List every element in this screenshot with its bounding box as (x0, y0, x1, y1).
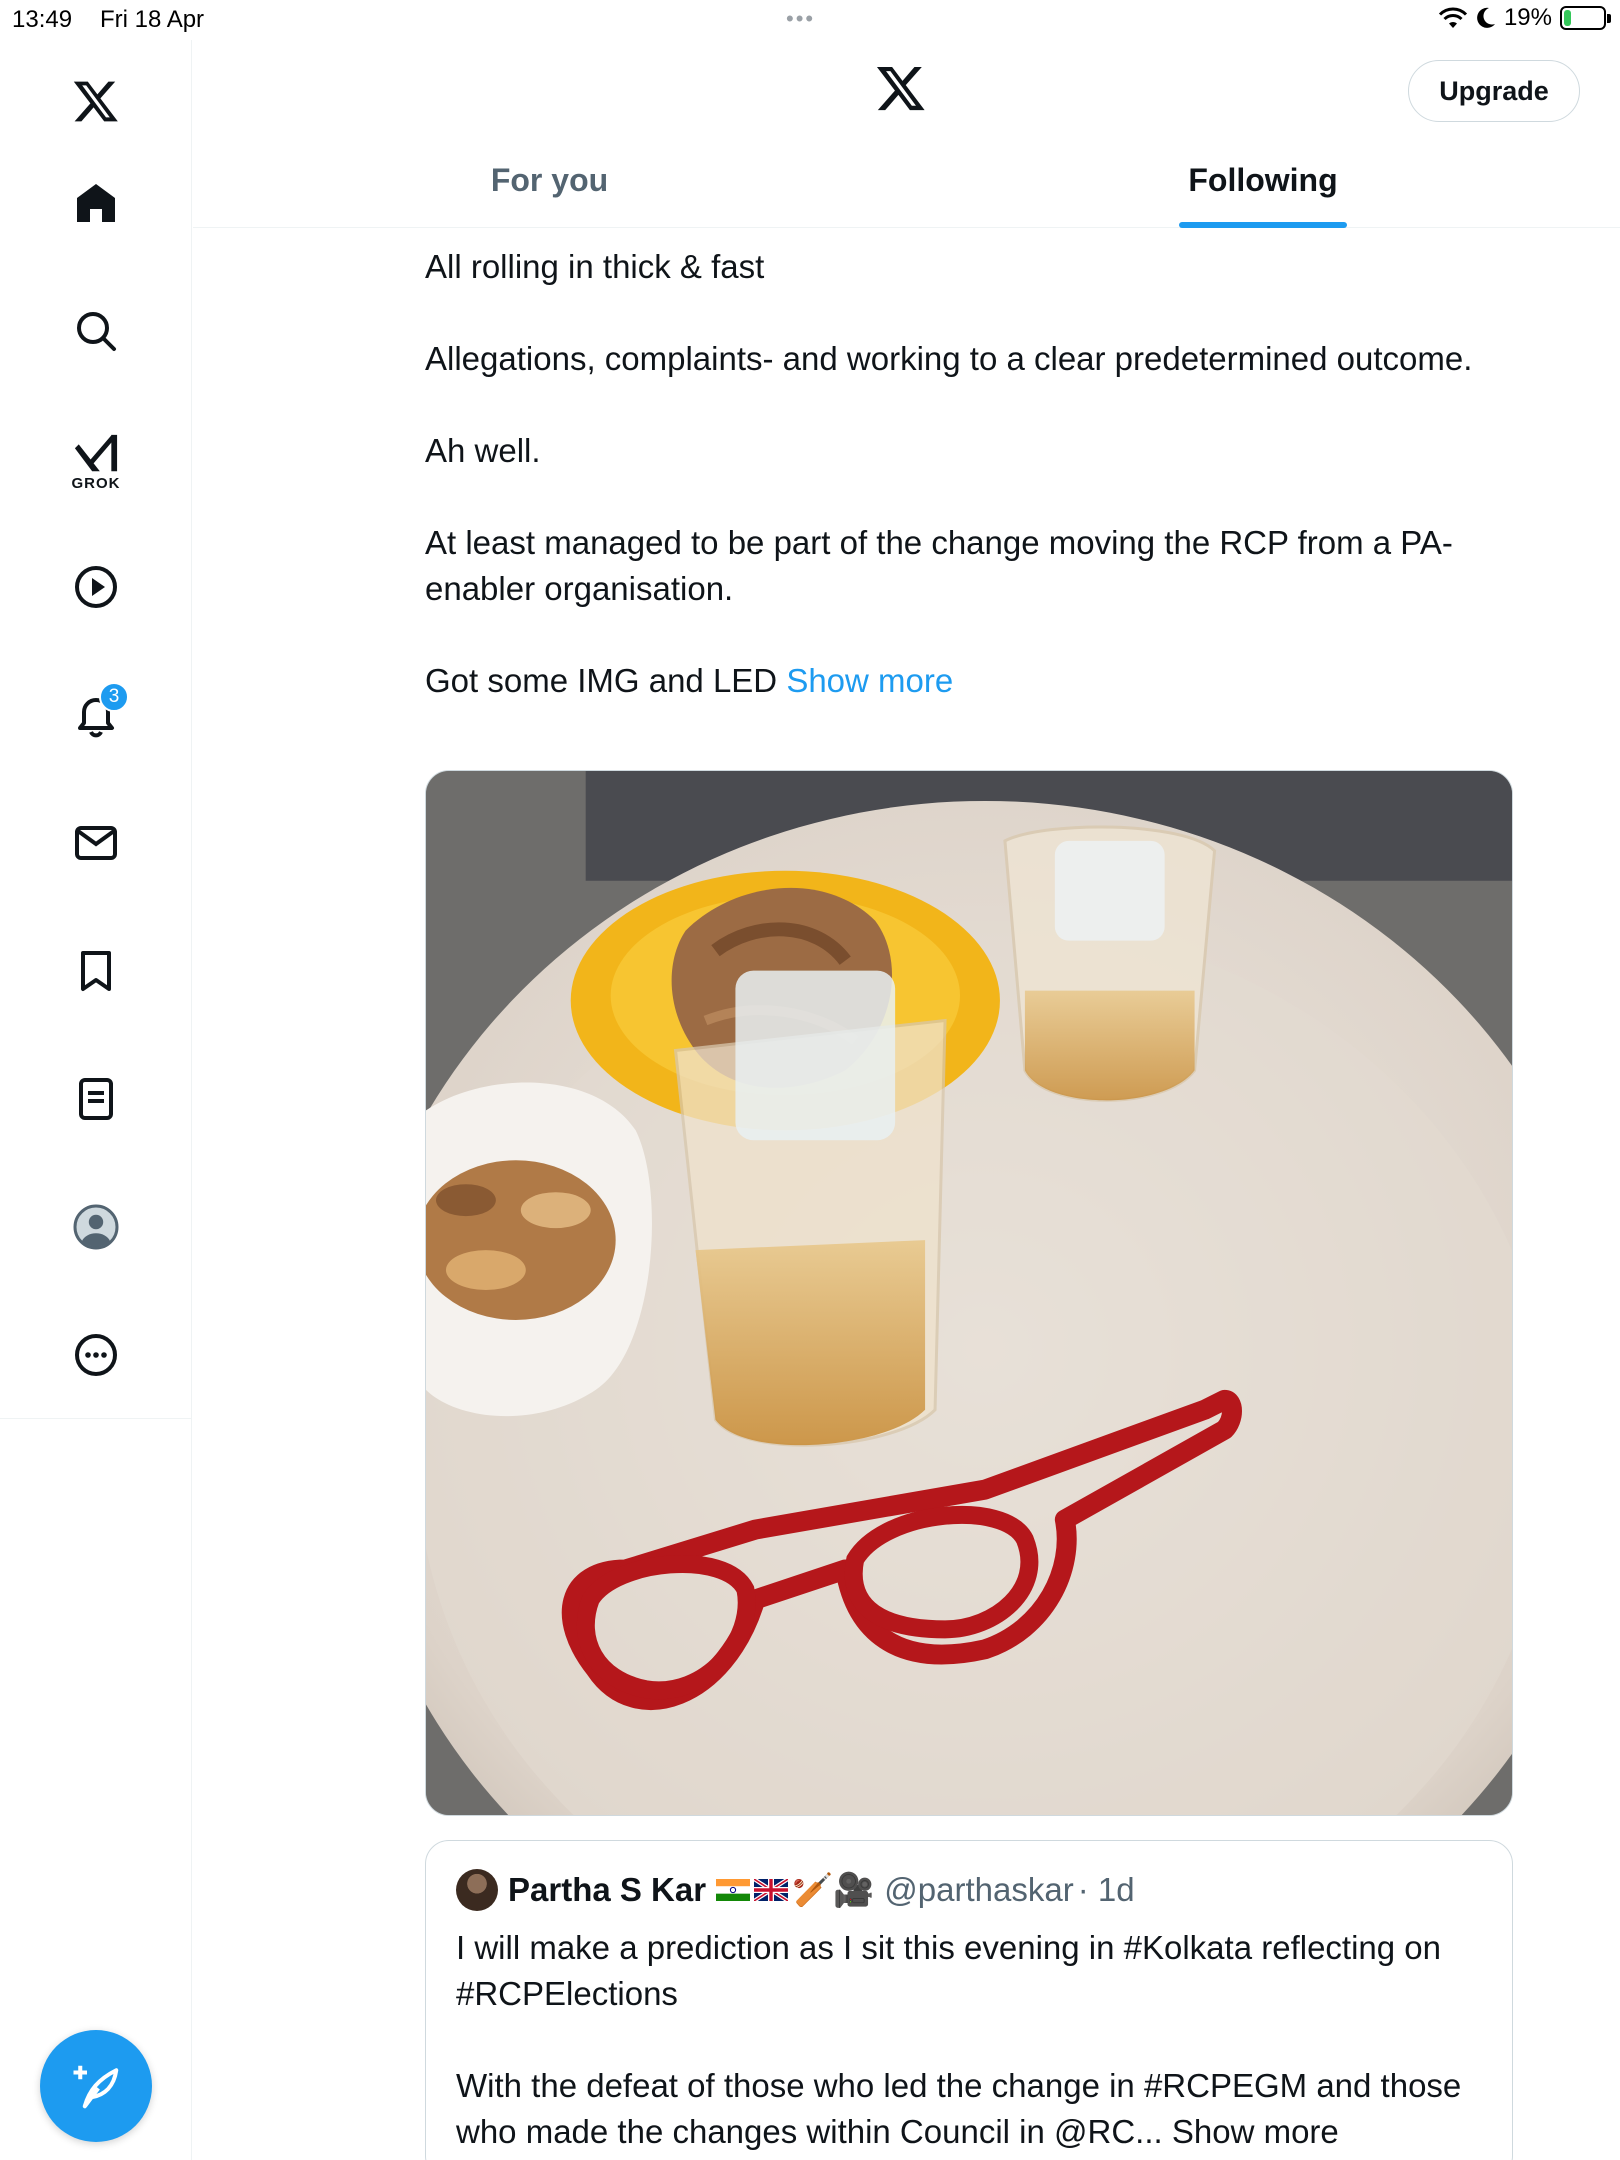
tab-following[interactable]: Following (906, 140, 1620, 228)
grok-label: GROK (71, 474, 121, 492)
battery-percent: 19% (1503, 4, 1552, 31)
quoted-tweet[interactable]: Partha S Kar 🏏🎥 @parthaskar · 1d I will … (425, 1840, 1513, 2160)
grok-icon (74, 434, 118, 471)
tweet-paragraph: Allegations, complaints- and working to … (425, 340, 1473, 377)
list-icon (79, 1078, 113, 1120)
active-tab-indicator (1179, 222, 1347, 228)
quote-author-handle[interactable]: @parthaskar (884, 1871, 1073, 1909)
quote-timestamp[interactable]: · 1d (1078, 1871, 1135, 1909)
cricket-camera-emoji: 🏏🎥 (792, 1870, 875, 1908)
sidebar-item-messages[interactable] (61, 808, 131, 878)
tweet-text: All rolling in thick & fast Allegations,… (425, 244, 1515, 704)
timeline-header: Upgrade For you Following (193, 40, 1620, 228)
show-more-link[interactable]: Show more (786, 662, 953, 699)
quote-text: I will make a prediction as I sit this e… (456, 1925, 1486, 2160)
compose-icon (73, 2065, 119, 2109)
sidebar-item-home[interactable] (61, 168, 131, 238)
sidebar-item-bookmarks[interactable] (61, 936, 131, 1006)
quote-paragraph: With the defeat of those who led the cha… (456, 2063, 1486, 2155)
ice-cube (735, 970, 896, 1141)
sidebar-item-more[interactable] (61, 1320, 131, 1390)
tweet-photo[interactable] (425, 770, 1513, 1816)
compose-button[interactable] (40, 2030, 152, 2142)
multitasking-dots[interactable]: ••• (786, 6, 815, 32)
notification-badge: 3 (99, 682, 129, 712)
x-logo-icon[interactable] (61, 66, 131, 136)
mail-icon (75, 826, 117, 860)
home-icon (77, 184, 115, 222)
battery-icon (1560, 6, 1611, 30)
upgrade-button[interactable]: Upgrade (1408, 60, 1580, 122)
sidebar-item-notifications[interactable]: 3 (61, 680, 131, 750)
avatar[interactable] (456, 1869, 498, 1911)
tab-for-you[interactable]: For you (193, 140, 906, 228)
status-bar: 13:49 Fri 18 Apr ••• 19% (0, 0, 1620, 40)
avatar-icon (73, 1204, 119, 1250)
more-icon (75, 1334, 117, 1376)
tweet-paragraph: Ah well. (425, 432, 541, 469)
tweet-last-line: Got some IMG and LED (425, 662, 778, 699)
status-date: Fri 18 Apr (100, 6, 205, 33)
quote-show-more[interactable]: Show more (1172, 2113, 1339, 2150)
quote-author-emojis: 🏏🎥 (716, 1871, 874, 1910)
sidebar-item-lists[interactable] (61, 1064, 131, 1134)
sidebar-item-profile[interactable] (61, 1192, 131, 1262)
tab-following-label: Following (1188, 162, 1338, 198)
moon-icon (1477, 7, 1495, 28)
battery-level (1564, 10, 1572, 26)
sidebar-item-search[interactable] (61, 296, 131, 366)
quote-author-name[interactable]: Partha S Kar (508, 1871, 706, 1909)
x-logo-icon[interactable] (875, 62, 927, 114)
sidebar-divider (0, 1418, 192, 1419)
quote-header: Partha S Kar 🏏🎥 @parthaskar · 1d (456, 1869, 1135, 1911)
india-flag-icon (716, 1879, 751, 1901)
sidebar-item-video[interactable] (61, 552, 131, 622)
tweet-paragraph: At least managed to be part of the chang… (425, 524, 1453, 607)
uk-flag-icon (754, 1879, 789, 1901)
sidebar: GROK 3 (0, 40, 192, 2160)
tweet-paragraph: Got some IMG and LED Show more (425, 658, 1515, 704)
quote-paragraph: I will make a prediction as I sit this e… (456, 1929, 1442, 2012)
bookmark-icon (81, 951, 111, 991)
tweet-paragraph: All rolling in thick & fast (425, 248, 765, 285)
status-indicators: 19% (1438, 4, 1611, 32)
status-time: 13:49 (12, 6, 73, 33)
play-icon (75, 566, 117, 608)
search-icon (77, 312, 116, 351)
sidebar-item-grok[interactable]: GROK (61, 426, 131, 496)
wifi-icon (1438, 7, 1468, 28)
